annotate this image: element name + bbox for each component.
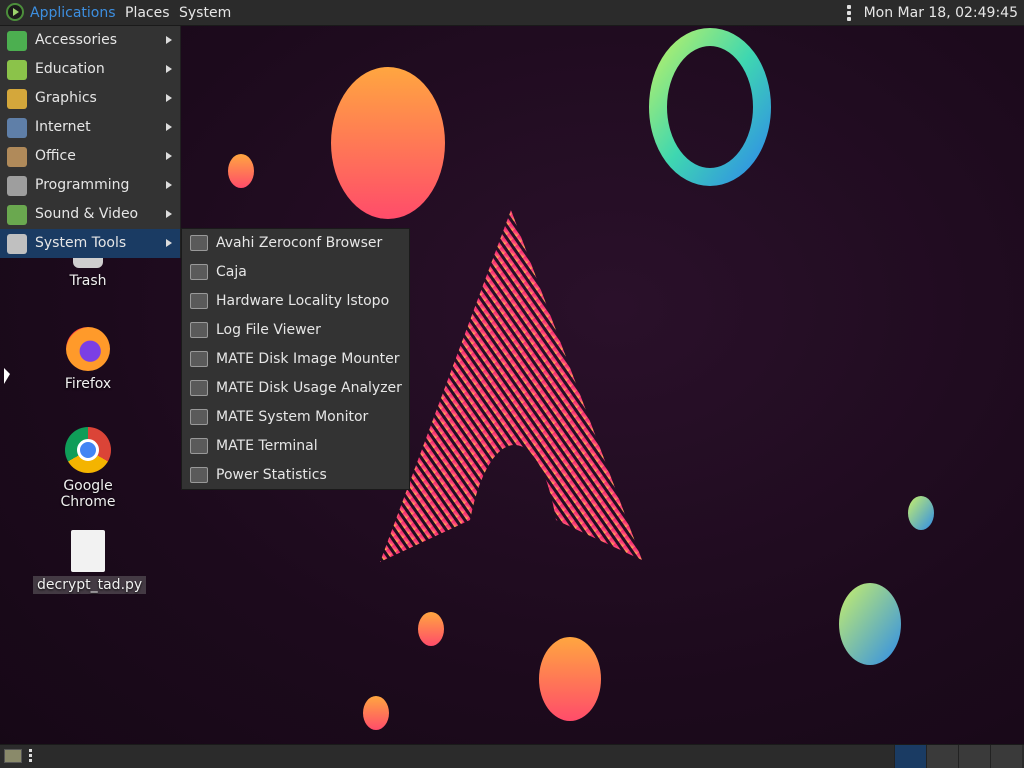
submenu-arrow-icon [166, 36, 172, 44]
menu-category-system-tools[interactable]: System Tools [0, 229, 180, 258]
submenu-item-label: Avahi Zeroconf Browser [216, 235, 383, 251]
disk-usage-analyzer-icon [190, 380, 208, 396]
places-menu-button[interactable]: Places [125, 0, 170, 26]
system-tools-submenu: Avahi Zeroconf Browser Caja Hardware Local… [181, 228, 410, 490]
menu-category-programming[interactable]: Programming [0, 171, 180, 200]
submenu-item-label: Power Statistics [216, 467, 327, 483]
desktop-icon-label: decrypt_tad.py [33, 576, 147, 594]
programming-icon [7, 176, 27, 196]
bottom-panel [0, 744, 1024, 768]
menu-category-sound-video[interactable]: Sound & Video [0, 200, 180, 229]
submenu-item-hardware-locality[interactable]: Hardware Locality lstopo [182, 287, 409, 316]
education-icon [7, 60, 27, 80]
hardware-locality-icon [190, 293, 208, 309]
submenu-item-label: Hardware Locality lstopo [216, 293, 390, 309]
system-monitor-icon [190, 409, 208, 425]
wallpaper-blue-blob [908, 496, 934, 530]
submenu-item-label: MATE Disk Image Mounter [216, 351, 400, 367]
submenu-item-caja-file-manager[interactable]: Caja [182, 258, 409, 287]
accessories-icon [7, 31, 27, 51]
submenu-arrow-icon [166, 210, 172, 218]
desktop-icon-google-chrome[interactable]: Google Chrome [33, 427, 143, 511]
desktop-icon-file[interactable]: decrypt_tad.py [33, 530, 147, 594]
sound-video-icon [7, 205, 27, 225]
submenu-item-label: Log File Viewer [216, 322, 321, 338]
wallpaper-arch-logo [380, 210, 642, 562]
workspace-2[interactable] [926, 745, 958, 768]
mouse-cursor [4, 368, 10, 384]
menu-category-office[interactable]: Office [0, 142, 180, 171]
workspace-1[interactable] [894, 745, 926, 768]
menu-category-label: System Tools [35, 235, 127, 251]
wallpaper-orange-blob [228, 154, 254, 188]
wallpaper-orange-blob [539, 637, 601, 721]
show-desktop-icon[interactable] [4, 749, 22, 763]
menu-category-label: Accessories [35, 32, 118, 48]
system-menu-button[interactable]: System [179, 0, 231, 26]
submenu-arrow-icon [166, 239, 172, 247]
mate-logo-icon [6, 3, 24, 21]
wallpaper-orange-blob [331, 67, 445, 219]
workspace-3[interactable] [958, 745, 990, 768]
menu-category-label: Education [35, 61, 105, 77]
submenu-item-label: MATE Disk Usage Analyzer [216, 380, 402, 396]
menu-category-label: Sound & Video [35, 206, 139, 222]
submenu-item-terminal[interactable]: MATE Terminal [182, 432, 409, 461]
submenu-item-label: MATE System Monitor [216, 409, 369, 425]
terminal-icon [190, 438, 208, 454]
submenu-item-avahi-browser[interactable]: Avahi Zeroconf Browser [182, 229, 409, 258]
submenu-arrow-icon [166, 65, 172, 73]
menu-category-education[interactable]: Education [0, 55, 180, 84]
submenu-item-log-viewer[interactable]: Log File Viewer [182, 316, 409, 345]
office-icon [7, 147, 27, 167]
wallpaper-orange-blob [363, 696, 389, 730]
menu-category-label: Office [35, 148, 76, 164]
menu-category-graphics[interactable]: Graphics [0, 84, 180, 113]
submenu-item-disk-image-mounter[interactable]: MATE Disk Image Mounter [182, 345, 409, 374]
submenu-item-disk-usage-analyzer[interactable]: MATE Disk Usage Analyzer [182, 374, 409, 403]
submenu-arrow-icon [166, 181, 172, 189]
submenu-item-power-statistics[interactable]: Power Statistics [182, 461, 409, 490]
graphics-icon [7, 89, 27, 109]
wallpaper-blue-blob [839, 583, 901, 665]
desktop-icon-label: Firefox [64, 376, 112, 392]
applications-label: Applications [30, 5, 116, 21]
workspace-4[interactable] [990, 745, 1022, 768]
menu-category-label: Graphics [35, 90, 97, 106]
submenu-arrow-icon [166, 123, 172, 131]
power-statistics-icon [190, 467, 208, 483]
submenu-item-system-monitor[interactable]: MATE System Monitor [182, 403, 409, 432]
chrome-icon [65, 427, 111, 473]
desktop-icon-label: Google Chrome [60, 478, 116, 510]
desktop-icon-label: Trash [69, 273, 107, 289]
panel-overflow-icon[interactable] [846, 4, 852, 22]
applications-menu-button[interactable]: Applications [6, 0, 116, 26]
applications-menu: Accessories Education Graphics Internet Offi… [0, 26, 181, 258]
avahi-browser-icon [190, 235, 208, 251]
caja-file-manager-icon [190, 264, 208, 280]
clock[interactable]: Mon Mar 18, 02:49:45 [864, 0, 1018, 26]
submenu-item-label: MATE Terminal [216, 438, 318, 454]
submenu-arrow-icon [166, 152, 172, 160]
submenu-arrow-icon [166, 94, 172, 102]
top-panel: Applications Places System Mon Mar 18, 0… [0, 0, 1024, 26]
submenu-item-label: Caja [216, 264, 247, 280]
menu-category-accessories[interactable]: Accessories [0, 26, 180, 55]
firefox-icon [66, 327, 110, 371]
wallpaper-ring [649, 28, 771, 186]
internet-icon [7, 118, 27, 138]
python-file-icon [71, 530, 105, 572]
menu-category-label: Internet [35, 119, 91, 135]
system-tools-icon [7, 234, 27, 254]
log-viewer-icon [190, 322, 208, 338]
wallpaper-orange-blob [418, 612, 444, 646]
disk-image-mounter-icon [190, 351, 208, 367]
menu-category-label: Programming [35, 177, 130, 193]
desktop-icon-firefox[interactable]: Firefox [33, 327, 143, 393]
panel-handle-icon[interactable] [29, 749, 33, 764]
menu-category-internet[interactable]: Internet [0, 113, 180, 142]
